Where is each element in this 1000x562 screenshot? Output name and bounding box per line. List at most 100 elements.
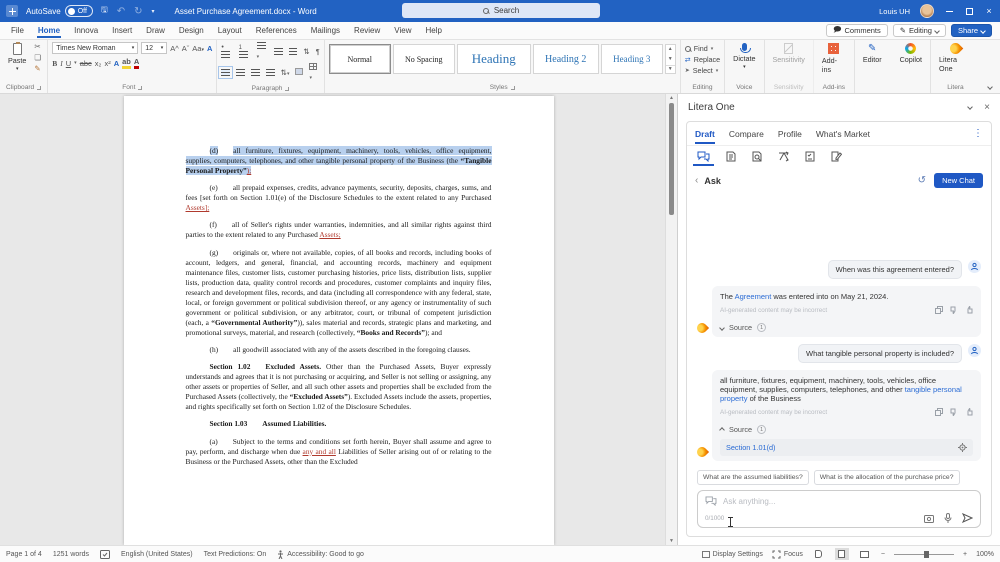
increase-indent-button[interactable] <box>289 48 298 55</box>
sort-button[interactable]: ⇅ <box>303 47 309 56</box>
borders-button[interactable]: ▾ <box>309 63 319 81</box>
display-settings-button[interactable]: Display Settings <box>702 551 763 558</box>
menu-tab-view[interactable]: View <box>387 24 418 38</box>
menu-tab-insert[interactable]: Insert <box>105 24 139 38</box>
scroll-up-icon[interactable]: ▲ <box>669 95 674 101</box>
align-center-button[interactable] <box>236 69 245 76</box>
litera-one-button[interactable]: Litera One <box>935 42 976 74</box>
restore-button[interactable] <box>964 6 974 16</box>
zoom-out-button[interactable]: − <box>881 551 885 558</box>
source-toggle-1[interactable]: Source 1 <box>720 321 973 332</box>
redo-button[interactable]: ↻ <box>134 6 142 17</box>
zoom-level[interactable]: 100% <box>976 551 994 558</box>
format-painter-button[interactable]: ✎ <box>34 64 41 73</box>
zoom-in-button[interactable]: + <box>963 551 967 558</box>
menu-tab-layout[interactable]: Layout <box>211 24 249 38</box>
ask-chat-icon[interactable] <box>697 151 710 165</box>
text-effects-button[interactable]: A <box>114 59 119 68</box>
save-button[interactable]: 🖫 <box>101 4 108 18</box>
autosave-toggle[interactable]: Off <box>65 5 93 17</box>
thumbs-up-icon[interactable] <box>965 306 973 314</box>
text-predictions[interactable]: Text Predictions: On <box>204 551 267 558</box>
style-normal[interactable]: Normal <box>329 44 391 74</box>
history-icon[interactable]: ↺ <box>918 175 926 186</box>
find-button[interactable]: Find▾ <box>685 44 720 53</box>
subscript-button[interactable]: x₂ <box>95 59 102 68</box>
font-name-combo[interactable]: Times New Roman▾ <box>52 42 138 54</box>
new-chat-button[interactable]: New Chat <box>934 173 983 188</box>
bullets-button[interactable]: • <box>221 42 232 60</box>
multilevel-list-button[interactable]: ▾ <box>257 42 268 60</box>
proofing-icon[interactable] <box>100 550 110 559</box>
agreement-link[interactable]: Agreement <box>735 292 772 301</box>
copilot-button[interactable]: Copilot <box>896 42 926 65</box>
menu-tab-home[interactable]: Home <box>31 24 67 38</box>
back-chevron-icon[interactable]: ‹ <box>695 175 698 186</box>
editing-mode-button[interactable]: ✎Editing <box>893 24 946 37</box>
underline-button[interactable]: U <box>66 59 71 68</box>
show-marks-button[interactable]: ¶ <box>316 47 320 56</box>
read-mode-button[interactable] <box>812 548 826 560</box>
copy-response-icon[interactable] <box>935 408 943 416</box>
thumbs-down-icon[interactable] <box>950 306 958 314</box>
style-heading3[interactable]: Heading 3 <box>601 44 663 74</box>
highlight-color-button[interactable]: ab <box>122 57 131 69</box>
change-case-button[interactable]: Aa▾ <box>192 44 204 53</box>
summarize-doc-icon[interactable] <box>726 151 736 165</box>
tab-whats-market[interactable]: What's Market <box>816 124 870 144</box>
italic-button[interactable]: I <box>60 59 63 68</box>
user-avatar[interactable] <box>920 4 934 18</box>
accessibility-status[interactable]: Accessibility: Good to go <box>277 550 364 559</box>
copy-response-icon[interactable] <box>935 306 943 314</box>
dialog-launcher-icon[interactable] <box>511 86 515 90</box>
source-item[interactable]: Section 1.01(d) <box>720 439 973 456</box>
web-layout-button[interactable] <box>858 548 872 560</box>
font-color-button[interactable]: A <box>134 57 139 69</box>
thumbs-up-icon[interactable] <box>965 408 973 416</box>
menu-tab-mailings[interactable]: Mailings <box>304 24 347 38</box>
panel-close-icon[interactable]: × <box>984 102 990 113</box>
compare-arrows-icon[interactable] <box>778 151 789 165</box>
ask-input[interactable] <box>723 497 973 506</box>
panel-more-icon[interactable]: ⋮ <box>973 128 983 139</box>
grow-font-button[interactable]: A^ <box>170 44 179 53</box>
justify-button[interactable] <box>266 69 275 76</box>
document-page[interactable]: (d)all furniture, fixtures, equipment, m… <box>124 96 554 545</box>
style-heading2[interactable]: Heading 2 <box>533 44 599 74</box>
focus-button[interactable]: Focus <box>772 550 803 559</box>
line-spacing-button[interactable]: ⇅▾ <box>281 68 290 77</box>
language-indicator[interactable]: English (United States) <box>121 551 193 558</box>
dialog-launcher-icon[interactable] <box>138 86 142 90</box>
tab-profile[interactable]: Profile <box>778 124 802 144</box>
numbering-button[interactable]: 1 <box>239 42 251 60</box>
locate-target-icon[interactable] <box>958 443 967 452</box>
scrollbar-thumb[interactable] <box>669 103 674 215</box>
send-icon[interactable] <box>962 513 973 523</box>
bold-button[interactable]: B <box>52 59 57 68</box>
share-button[interactable]: Share <box>951 24 992 37</box>
addins-button[interactable]: Add-ins <box>818 42 850 75</box>
styles-scroll-down-icon[interactable]: ▼ <box>668 56 673 62</box>
thumbs-down-icon[interactable] <box>950 408 958 416</box>
replace-button[interactable]: ⇄Replace <box>685 55 720 64</box>
menu-tab-review[interactable]: Review <box>347 24 387 38</box>
undo-button[interactable]: ↶ <box>117 6 125 17</box>
panel-collapse-icon[interactable] <box>967 104 973 110</box>
font-size-combo[interactable]: 12▾ <box>141 42 167 54</box>
sensitivity-button[interactable]: Sensitivity <box>769 42 809 65</box>
copy-button[interactable]: ❏ <box>34 53 41 62</box>
chat-input-box[interactable]: 0/1000 <box>697 490 981 528</box>
strikethrough-button[interactable]: abc <box>80 59 92 68</box>
menu-tab-file[interactable]: File <box>4 24 31 38</box>
screenshot-icon[interactable] <box>924 514 934 523</box>
styles-gallery-more-icon[interactable]: ▼ <box>666 65 675 72</box>
dictate-button[interactable]: Dictate ▾ <box>729 42 759 71</box>
scroll-down-icon[interactable]: ▼ <box>669 538 674 544</box>
checklist-icon[interactable] <box>805 151 815 165</box>
shrink-font-button[interactable]: Aˇ <box>182 44 190 53</box>
dialog-launcher-icon[interactable] <box>37 86 41 90</box>
select-button[interactable]: ➤Select▾ <box>685 66 720 75</box>
comments-button[interactable]: 🗩Comments <box>826 24 888 37</box>
align-right-button[interactable] <box>251 69 260 76</box>
menu-tab-design[interactable]: Design <box>172 24 211 38</box>
